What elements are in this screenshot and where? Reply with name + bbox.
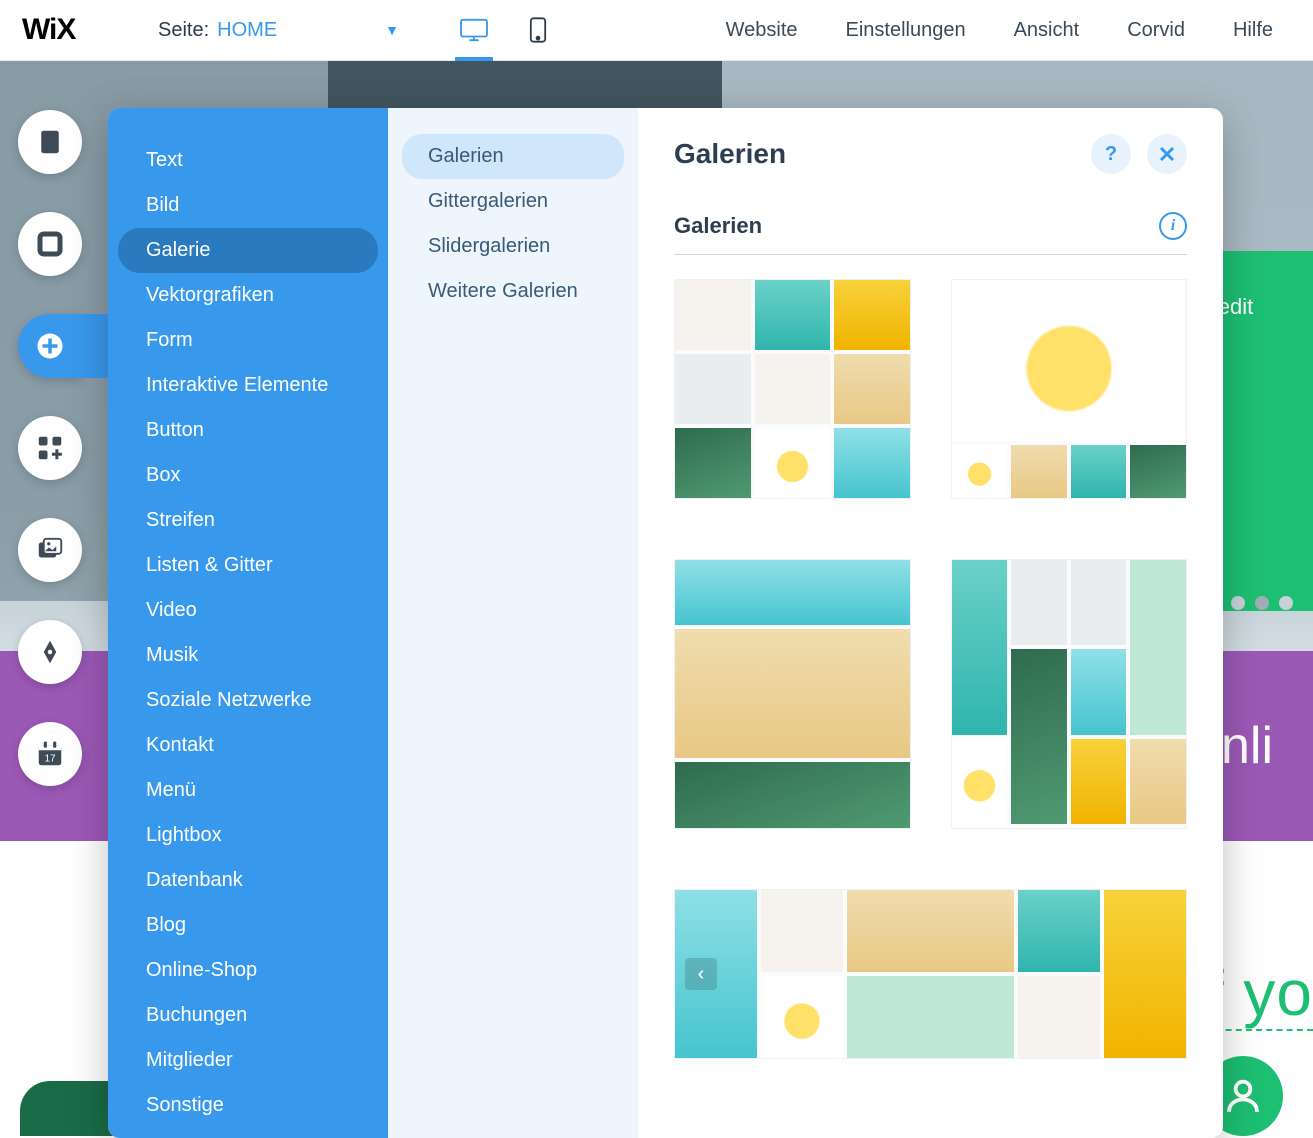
section-header: Galerien i bbox=[674, 198, 1187, 255]
mobile-icon bbox=[529, 16, 547, 44]
help-button[interactable]: ? bbox=[1091, 134, 1131, 174]
gallery-template-stacked[interactable] bbox=[674, 559, 911, 829]
chevron-down-icon: ▼ bbox=[385, 22, 399, 38]
calendar-icon: 17 bbox=[35, 739, 65, 769]
menu-website[interactable]: Website bbox=[726, 19, 798, 42]
plus-icon bbox=[35, 331, 65, 361]
cat-galerie[interactable]: Galerie bbox=[118, 228, 378, 273]
svg-text:17: 17 bbox=[44, 754, 56, 765]
sub-gittergalerien[interactable]: Gittergalerien bbox=[402, 179, 624, 224]
menu-hilfe[interactable]: Hilfe bbox=[1233, 19, 1273, 42]
cat-box[interactable]: Box bbox=[118, 453, 378, 498]
info-button[interactable]: i bbox=[1159, 212, 1187, 240]
cat-musik[interactable]: Musik bbox=[118, 633, 378, 678]
section-title: Galerien bbox=[674, 213, 762, 239]
cat-listen-gitter[interactable]: Listen & Gitter bbox=[118, 543, 378, 588]
sub-slidergalerien[interactable]: Slidergalerien bbox=[402, 224, 624, 269]
cat-video[interactable]: Video bbox=[118, 588, 378, 633]
menu-ansicht[interactable]: Ansicht bbox=[1014, 19, 1080, 42]
background-icon bbox=[35, 229, 65, 259]
cat-interaktive-elemente[interactable]: Interaktive Elemente bbox=[118, 363, 378, 408]
info-icon: i bbox=[1171, 217, 1175, 235]
slider-dot[interactable] bbox=[1231, 596, 1245, 610]
wix-logo[interactable]: WiX bbox=[0, 13, 130, 47]
category-column: Text Bild Galerie Vektorgrafiken Form In… bbox=[108, 108, 388, 1138]
add-element-panel: Text Bild Galerie Vektorgrafiken Form In… bbox=[108, 108, 1223, 1138]
sub-galerien[interactable]: Galerien bbox=[402, 134, 624, 179]
left-tool-rail: 17 bbox=[18, 110, 82, 786]
page-selector-label: Seite: bbox=[158, 19, 209, 42]
media-icon bbox=[35, 535, 65, 565]
cat-form[interactable]: Form bbox=[118, 318, 378, 363]
subcategory-column: Galerien Gittergalerien Slidergalerien W… bbox=[388, 108, 638, 1138]
close-panel-button[interactable] bbox=[1147, 134, 1187, 174]
cat-text[interactable]: Text bbox=[118, 138, 378, 183]
slider-dot[interactable] bbox=[1255, 596, 1269, 610]
gallery-thumbnails: ‹ bbox=[674, 279, 1187, 1059]
add-element-button[interactable] bbox=[18, 314, 82, 378]
cat-menue[interactable]: Menü bbox=[118, 768, 378, 813]
close-icon bbox=[1158, 145, 1176, 163]
panel-scroll[interactable]: Galerien i bbox=[638, 192, 1223, 1138]
cat-datenbank[interactable]: Datenbank bbox=[118, 858, 378, 903]
cat-mitglieder[interactable]: Mitglieder bbox=[118, 1038, 378, 1083]
slider-dot[interactable] bbox=[1279, 596, 1293, 610]
cat-sonstige[interactable]: Sonstige bbox=[118, 1083, 378, 1128]
slider-prev-icon[interactable]: ‹ bbox=[685, 958, 717, 990]
pen-icon bbox=[35, 637, 65, 667]
stage-slider-dots[interactable] bbox=[1231, 596, 1293, 610]
menu-corvid[interactable]: Corvid bbox=[1127, 19, 1185, 42]
page-selector[interactable]: Seite: HOME ▼ bbox=[130, 0, 427, 60]
top-menu: Website Einstellungen Ansicht Corvid Hil… bbox=[726, 19, 1313, 42]
panel-content: Galerien ? Galerien i bbox=[638, 108, 1223, 1138]
person-icon bbox=[1222, 1075, 1264, 1117]
cat-vektorgrafiken[interactable]: Vektorgrafiken bbox=[118, 273, 378, 318]
page-selector-value: HOME bbox=[217, 19, 277, 42]
apps-icon bbox=[35, 433, 65, 463]
gallery-template-grid-3x3[interactable] bbox=[674, 279, 911, 499]
apps-button[interactable] bbox=[18, 416, 82, 480]
desktop-view-button[interactable] bbox=[457, 10, 491, 50]
cat-button[interactable]: Button bbox=[118, 408, 378, 453]
cat-blog[interactable]: Blog bbox=[118, 903, 378, 948]
device-toggle bbox=[427, 0, 585, 60]
desktop-icon bbox=[459, 17, 489, 43]
cat-buchungen[interactable]: Buchungen bbox=[118, 993, 378, 1038]
gallery-template-slider[interactable]: ‹ bbox=[674, 889, 1187, 1059]
panel-header: Galerien ? bbox=[638, 108, 1223, 192]
bookings-button[interactable]: 17 bbox=[18, 722, 82, 786]
gallery-template-hero-thumbs[interactable] bbox=[951, 279, 1188, 499]
menu-einstellungen[interactable]: Einstellungen bbox=[846, 19, 966, 42]
panel-title: Galerien bbox=[674, 138, 786, 170]
background-button[interactable] bbox=[18, 212, 82, 276]
top-bar: WiX Seite: HOME ▼ Website Einstellungen … bbox=[0, 0, 1313, 61]
cat-streifen[interactable]: Streifen bbox=[118, 498, 378, 543]
cat-online-shop[interactable]: Online-Shop bbox=[118, 948, 378, 993]
cat-lightbox[interactable]: Lightbox bbox=[118, 813, 378, 858]
pages-icon bbox=[35, 127, 65, 157]
cat-bild[interactable]: Bild bbox=[118, 183, 378, 228]
cat-soziale-netzwerke[interactable]: Soziale Netzwerke bbox=[118, 678, 378, 723]
pages-button[interactable] bbox=[18, 110, 82, 174]
media-button[interactable] bbox=[18, 518, 82, 582]
blog-button[interactable] bbox=[18, 620, 82, 684]
sub-weitere-galerien[interactable]: Weitere Galerien bbox=[402, 269, 624, 314]
mobile-view-button[interactable] bbox=[521, 10, 555, 50]
cat-kontakt[interactable]: Kontakt bbox=[118, 723, 378, 768]
help-icon: ? bbox=[1105, 143, 1117, 166]
gallery-template-masonry[interactable] bbox=[951, 559, 1188, 829]
